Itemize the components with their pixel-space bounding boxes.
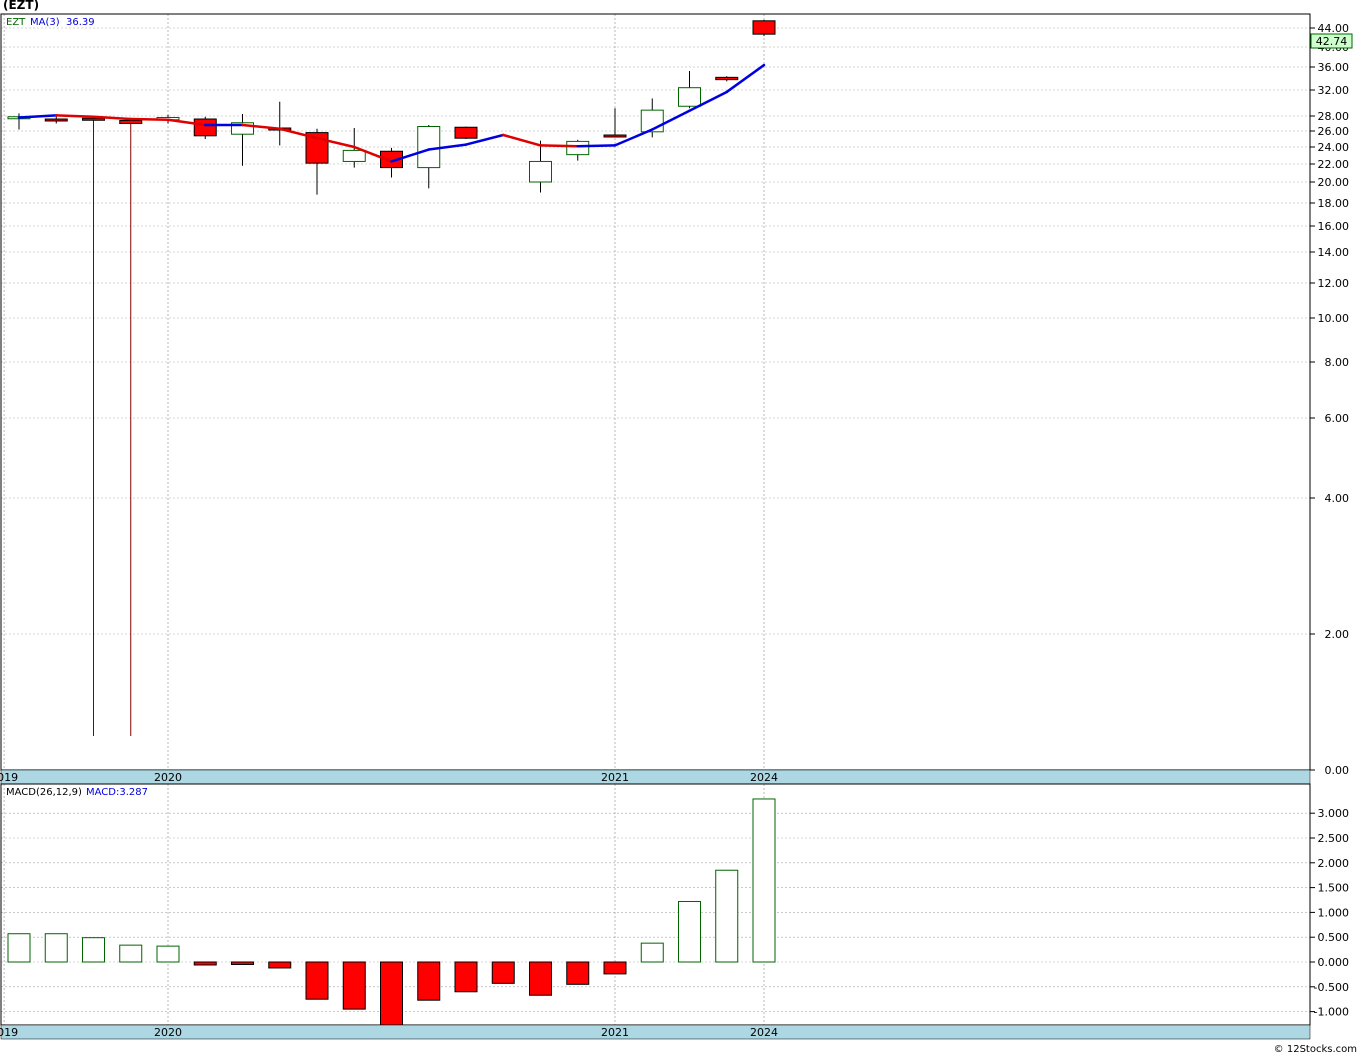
ma-segment xyxy=(55,114,95,118)
macd-bar xyxy=(752,798,776,963)
price-panel: 0.00 2.00 4.00 6.00 8.00 10.00 12.00 14.00 16.00… xyxy=(0,13,1353,785)
ma-segment xyxy=(539,144,579,148)
macd-bar xyxy=(603,961,627,975)
macd-y-axis: -1.000 -0.500 0.000 0.500 1.000 1.500 2.000 2.5… xyxy=(1310,807,1350,1019)
price-tick-label: 22.00 xyxy=(1318,158,1350,171)
candle-body xyxy=(752,20,776,35)
macd-bar xyxy=(193,961,217,966)
price-candles xyxy=(7,19,776,736)
macd-tick-label: 1.500 xyxy=(1318,882,1350,895)
last-price-label: 42.74 xyxy=(1316,35,1348,48)
macd-date-band xyxy=(0,1024,1311,1040)
price-legend-indicator-value: 36.39 xyxy=(66,17,95,28)
price-tick-label: 8.00 xyxy=(1325,356,1350,369)
candle-body xyxy=(603,134,627,138)
macd-bar xyxy=(417,961,441,1001)
x-axis-label: 2020 xyxy=(154,1026,182,1039)
macd-tick-label: 0.500 xyxy=(1318,931,1350,944)
price-tick-label: 14.00 xyxy=(1318,246,1350,259)
macd-tick-label: -1.000 xyxy=(1314,1006,1349,1019)
price-tick-label: 10.00 xyxy=(1318,312,1350,325)
x-axis-label: 2021 xyxy=(601,771,629,784)
ma-segment xyxy=(502,133,542,147)
x-axis-label: 2020 xyxy=(154,771,182,784)
macd-bars xyxy=(7,798,776,1026)
macd-legend-name: MACD(26,12,9) xyxy=(6,787,82,798)
x-axis-label: 2019 xyxy=(0,1026,18,1039)
macd-bar xyxy=(268,961,292,969)
macd-tick-label: 2.000 xyxy=(1318,857,1350,870)
price-tick-label: 24.00 xyxy=(1318,141,1350,154)
macd-tick-label: 1.000 xyxy=(1318,906,1350,919)
candle-body xyxy=(342,149,366,162)
price-tick-label: 32.00 xyxy=(1318,84,1350,97)
price-legend-symbol: EZT xyxy=(6,17,26,28)
macd-bar xyxy=(44,933,68,963)
ma-segment xyxy=(576,144,617,148)
macd-bar xyxy=(491,961,515,984)
macd-bar xyxy=(119,944,143,963)
candle-body xyxy=(44,118,68,122)
price-tick-label: 28.00 xyxy=(1318,110,1350,123)
price-tick-label: 44.00 xyxy=(1318,22,1350,35)
candle-body xyxy=(529,160,552,183)
macd-tick-label: 2.500 xyxy=(1318,832,1350,845)
macd-bar xyxy=(715,869,739,963)
price-tick-label: 12.00 xyxy=(1318,277,1350,290)
macd-tick-label: 0.000 xyxy=(1318,956,1350,969)
price-tick-label: 26.00 xyxy=(1318,125,1350,138)
price-tick-label: 20.00 xyxy=(1318,176,1350,189)
macd-tick-label: 3.000 xyxy=(1318,807,1350,820)
candle-body xyxy=(417,126,441,169)
price-tick-label: 16.00 xyxy=(1318,220,1350,233)
macd-bar xyxy=(7,933,31,963)
price-date-band xyxy=(0,769,1311,785)
price-tick-label: 2.00 xyxy=(1325,628,1350,641)
macd-bar xyxy=(342,961,366,1010)
macd-bar xyxy=(454,961,478,993)
candle-body xyxy=(678,87,701,107)
macd-bar xyxy=(82,937,105,963)
macd-bar xyxy=(305,961,329,1000)
macd-bar xyxy=(640,942,664,963)
price-tick-label: 0.00 xyxy=(1325,764,1350,777)
ma-segment xyxy=(17,114,58,119)
price-gridlines xyxy=(1,27,1310,771)
price-y-axis: 0.00 2.00 4.00 6.00 8.00 10.00 12.00 14.00 16.00… xyxy=(1310,22,1349,777)
x-axis-label: 2024 xyxy=(750,771,778,784)
ma-segment xyxy=(129,117,170,121)
candle-body xyxy=(715,76,739,81)
macd-legend-value: MACD:3.287 xyxy=(86,787,148,798)
macd-bar xyxy=(231,961,254,965)
candle-body xyxy=(193,118,217,137)
x-axis-label: 2021 xyxy=(601,1026,629,1039)
candle-body xyxy=(82,117,105,121)
macd-panel-border xyxy=(0,783,1311,1026)
price-tick-label: 6.00 xyxy=(1325,412,1350,425)
macd-bar xyxy=(380,961,403,1026)
candle-body xyxy=(566,140,590,156)
macd-panel: -1.000 -0.500 0.000 0.500 1.000 1.500 2.000 2.5… xyxy=(0,783,1350,1040)
x-axis-label: 2024 xyxy=(750,1026,778,1039)
macd-bar xyxy=(566,961,590,985)
watermark: © 12Stocks.com xyxy=(1274,1044,1357,1055)
macd-bar xyxy=(529,961,552,996)
candle-body xyxy=(119,120,143,124)
stock-chart: 0.00 2.00 4.00 6.00 8.00 10.00 12.00 14.00 16.00… xyxy=(0,13,1357,1055)
price-tick-label: 4.00 xyxy=(1325,492,1350,505)
macd-tick-label: -0.500 xyxy=(1314,981,1349,994)
macd-bar xyxy=(156,945,180,963)
macd-bar xyxy=(678,900,701,963)
price-tick-label: 36.00 xyxy=(1318,61,1350,74)
x-axis-label: 2019 xyxy=(0,771,18,784)
price-legend-indicator: MA(3) xyxy=(30,17,60,28)
candle-body xyxy=(454,126,478,139)
price-tick-label: 18.00 xyxy=(1318,197,1350,210)
macd-gridlines xyxy=(1,812,1310,1012)
